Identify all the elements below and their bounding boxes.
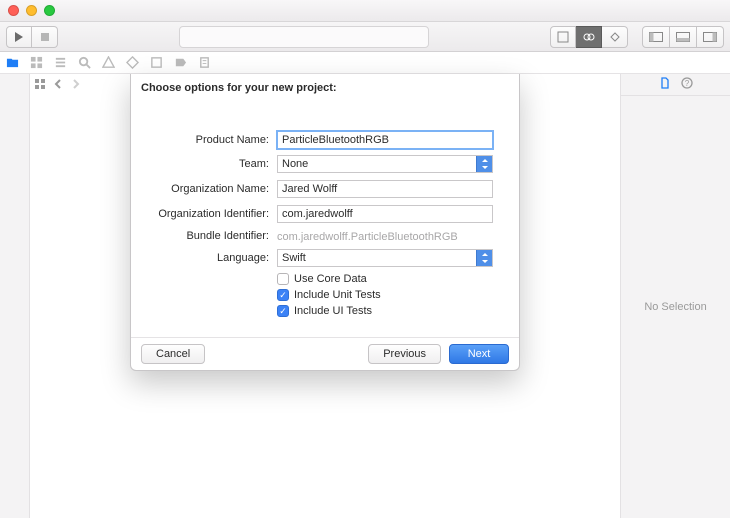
team-label: Team:	[157, 158, 277, 170]
breakpoint-navigator-tab[interactable]	[172, 55, 188, 71]
test-navigator-tab[interactable]	[124, 55, 140, 71]
close-window-button[interactable]	[8, 5, 19, 16]
file-inspector-tab[interactable]	[659, 76, 671, 94]
toggle-debug-area-button[interactable]	[670, 26, 697, 48]
panel-visibility-segment	[642, 26, 724, 48]
use-core-data-label: Use Core Data	[294, 273, 367, 285]
new-project-options-sheet: Choose options for your new project: Pro…	[130, 74, 520, 371]
list-icon	[54, 56, 67, 69]
previous-button-label: Previous	[383, 348, 426, 360]
source-control-navigator-tab[interactable]	[28, 55, 44, 71]
breakpoint-icon	[174, 56, 187, 69]
grid-icon	[30, 56, 43, 69]
related-items-icon[interactable]	[34, 77, 46, 95]
symbol-navigator-tab[interactable]	[52, 55, 68, 71]
play-icon	[14, 32, 24, 42]
product-name-label: Product Name:	[157, 134, 277, 146]
panel-right-icon	[703, 32, 717, 42]
debug-navigator-tab[interactable]	[148, 55, 164, 71]
search-icon	[78, 56, 91, 69]
product-name-input[interactable]	[277, 131, 493, 149]
next-button[interactable]: Next	[449, 344, 509, 364]
go-back-button[interactable]	[52, 77, 64, 95]
org-id-input[interactable]	[277, 205, 493, 223]
folder-icon	[6, 56, 19, 69]
next-button-label: Next	[468, 348, 491, 360]
sheet-title: Choose options for your new project:	[131, 74, 519, 100]
find-navigator-tab[interactable]	[76, 55, 92, 71]
window-titlebar	[0, 0, 730, 22]
inspector-tab-bar: ?	[621, 74, 730, 96]
stop-button[interactable]	[32, 26, 58, 48]
svg-text:?: ?	[684, 79, 689, 88]
include-unit-tests-label: Include Unit Tests	[294, 289, 381, 301]
report-icon	[198, 56, 211, 69]
toggle-navigator-button[interactable]	[642, 26, 670, 48]
chevron-updown-icon	[476, 250, 492, 266]
traffic-lights	[8, 5, 55, 16]
version-editor-button[interactable]	[602, 26, 628, 48]
quick-help-inspector-tab[interactable]: ?	[681, 76, 693, 94]
zoom-window-button[interactable]	[44, 5, 55, 16]
stop-icon	[40, 32, 50, 42]
panel-left-icon	[649, 32, 663, 42]
jump-bar	[34, 77, 82, 95]
go-forward-button[interactable]	[70, 77, 82, 95]
bundle-id-label: Bundle Identifier:	[157, 230, 277, 242]
version-editor-icon	[609, 31, 621, 43]
inspector-area: ? No Selection	[620, 74, 730, 518]
gauge-icon	[150, 56, 163, 69]
panel-bottom-icon	[676, 32, 690, 42]
run-button[interactable]	[6, 26, 32, 48]
language-select-value: Swift	[282, 252, 306, 264]
diamond-icon	[126, 56, 139, 69]
navigator-tab-bar	[0, 52, 730, 74]
editor-mode-segment	[550, 26, 628, 48]
editor-area: Choose options for your new project: Pro…	[30, 74, 620, 518]
org-name-input[interactable]	[277, 180, 493, 198]
chevron-updown-icon	[476, 156, 492, 172]
navigator-area	[0, 74, 30, 518]
standard-editor-button[interactable]	[550, 26, 576, 48]
toggle-inspector-button[interactable]	[697, 26, 724, 48]
run-stop-segment	[6, 26, 58, 48]
language-select[interactable]: Swift	[277, 249, 493, 267]
inspector-no-selection-label: No Selection	[621, 96, 730, 518]
cancel-button[interactable]: Cancel	[141, 344, 205, 364]
include-unit-tests-checkbox[interactable]	[277, 289, 289, 301]
team-select[interactable]: None	[277, 155, 493, 173]
project-navigator-tab[interactable]	[4, 55, 20, 71]
org-name-label: Organization Name:	[157, 183, 277, 195]
assistant-editor-icon	[583, 31, 595, 43]
team-select-value: None	[282, 158, 308, 170]
warning-icon	[102, 56, 115, 69]
activity-status-bar	[179, 26, 429, 48]
org-id-label: Organization Identifier:	[157, 208, 277, 220]
bundle-id-value: com.jaredwolff.ParticleBluetoothRGB	[277, 229, 493, 243]
document-icon	[659, 77, 671, 89]
use-core-data-checkbox[interactable]	[277, 273, 289, 285]
standard-editor-icon	[557, 31, 569, 43]
assistant-editor-button[interactable]	[576, 26, 602, 48]
report-navigator-tab[interactable]	[196, 55, 212, 71]
language-label: Language:	[157, 252, 277, 264]
minimize-window-button[interactable]	[26, 5, 37, 16]
include-ui-tests-label: Include UI Tests	[294, 305, 372, 317]
include-ui-tests-checkbox[interactable]	[277, 305, 289, 317]
previous-button[interactable]: Previous	[368, 344, 441, 364]
cancel-button-label: Cancel	[156, 348, 190, 360]
help-icon: ?	[681, 77, 693, 89]
toolbar	[0, 22, 730, 52]
issue-navigator-tab[interactable]	[100, 55, 116, 71]
